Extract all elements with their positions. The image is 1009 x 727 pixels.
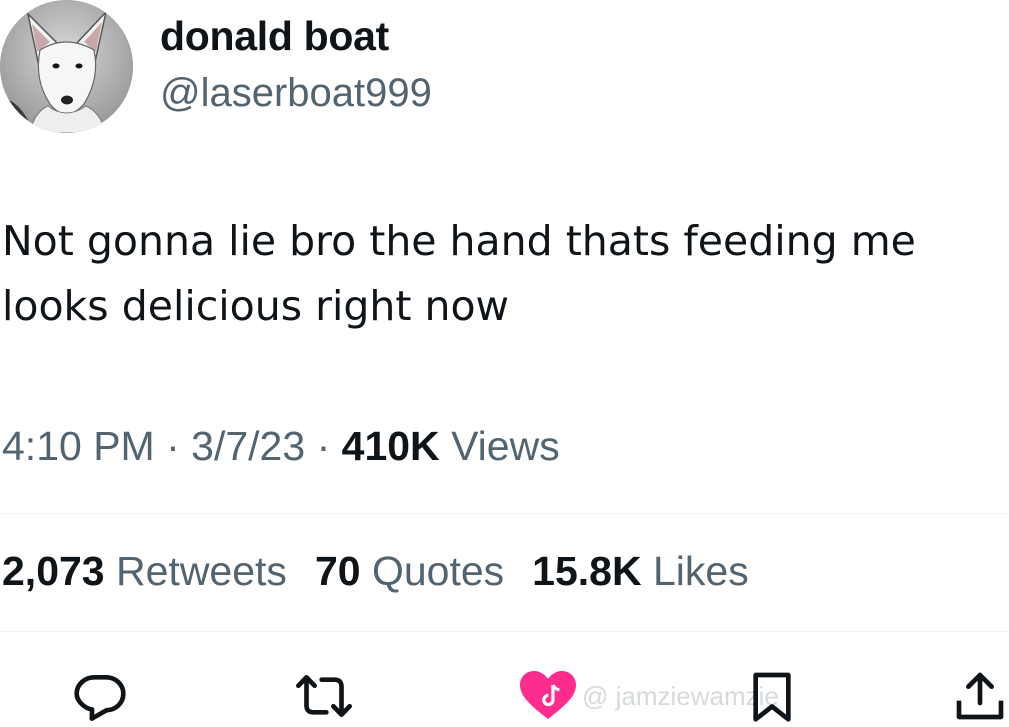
bookmark-icon [753, 672, 791, 722]
retweet-icon [296, 675, 352, 717]
divider [0, 513, 1009, 514]
retweets-stat[interactable]: 2,073 Retweets [2, 548, 287, 594]
likes-stat[interactable]: 15.8K Likes [532, 548, 749, 594]
avatar[interactable] [0, 0, 133, 133]
tweet-text-line: looks delicious right now [2, 282, 510, 330]
user-handle[interactable]: @laserboat999 [160, 71, 432, 115]
share-button[interactable] [952, 668, 1008, 724]
separator-dot: · [166, 423, 180, 469]
tweet-text: Not gonna lie bro the hand thats feeding… [2, 209, 1002, 339]
reply-icon [74, 675, 126, 721]
retweets-label: Retweets [116, 548, 287, 594]
quotes-count: 70 [314, 548, 361, 594]
separator-dot: · [316, 423, 331, 469]
quotes-stat[interactable]: 70 Quotes [315, 548, 504, 594]
retweet-button[interactable] [296, 668, 352, 724]
dog-avatar-image [0, 0, 133, 133]
tweet-time[interactable]: 4:10 PM [2, 423, 155, 469]
likes-label: Likes [652, 548, 749, 594]
divider [0, 631, 1009, 632]
tiktok-heart-icon [520, 671, 576, 721]
quotes-label: Quotes [371, 548, 505, 594]
views-count[interactable]: 410K [342, 423, 440, 469]
tweet-text-line: Not gonna lie bro the hand thats feeding… [2, 217, 916, 265]
tweet-date[interactable]: 3/7/23 [191, 423, 305, 469]
watermark: @ jamziewamzie [520, 670, 779, 722]
likes-count: 15.8K [532, 548, 642, 594]
tweet-metadata: 4:10 PM · 3/7/23 · 410K Views [2, 423, 560, 469]
reply-button[interactable] [72, 668, 128, 724]
display-name[interactable]: donald boat [160, 13, 389, 59]
bookmark-button[interactable] [744, 668, 800, 724]
share-icon [956, 672, 1004, 720]
retweets-count: 2,073 [2, 548, 105, 594]
views-label: Views [451, 423, 560, 469]
tweet-stats: 2,073 Retweets 70 Quotes 15.8K Likes [2, 548, 749, 594]
